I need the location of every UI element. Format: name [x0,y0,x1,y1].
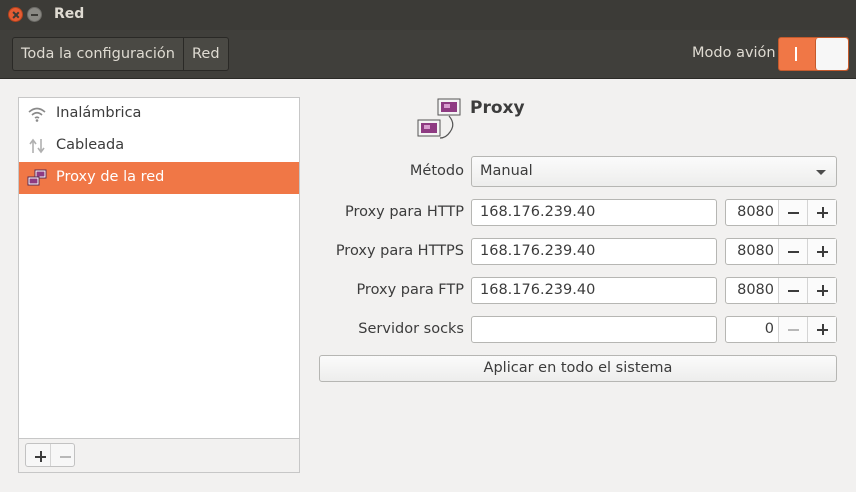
method-label: Método [409,163,464,179]
method-select[interactable]: Manual [471,156,837,187]
ftp-proxy-label: Proxy para FTP [356,282,464,298]
socks-port-stepper[interactable]: 0 [725,316,837,343]
http-proxy-host-value: 168.176.239.40 [480,204,596,220]
socks-host-input[interactable] [471,316,717,343]
socks-server-label: Servidor socks [358,321,464,337]
sidebar-item-label: Proxy de la red [56,169,165,185]
sidebar-toolbar [19,438,299,472]
toggle-knob[interactable] [815,38,848,70]
close-window-button[interactable] [8,7,23,22]
sidebar-item-wireless[interactable]: Inalámbrica [19,98,299,130]
https-proxy-host-value: 168.176.239.40 [480,243,596,259]
http-proxy-label: Proxy para HTTP [345,204,464,220]
breadcrumb: Toda la configuración Red [12,37,229,71]
add-connection-button[interactable] [26,444,50,466]
http-proxy-host-input[interactable]: 168.176.239.40 [471,199,717,226]
socks-port-increment-button[interactable] [807,317,836,342]
https-port-decrement-button[interactable] [778,239,807,264]
ftp-proxy-host-value: 168.176.239.40 [480,282,596,298]
connection-list: Inalámbrica Cableada Proxy de la red [18,97,300,473]
ftp-proxy-host-input[interactable]: 168.176.239.40 [471,277,717,304]
sidebar-item-network-proxy[interactable]: Proxy de la red [19,162,299,194]
https-port-increment-button[interactable] [807,239,836,264]
ftp-proxy-port-stepper[interactable]: 8080 [725,277,837,304]
remove-connection-button[interactable] [50,444,74,466]
https-proxy-host-input[interactable]: 168.176.239.40 [471,238,717,265]
network-proxy-icon [27,169,47,186]
http-port-increment-button[interactable] [807,200,836,225]
toggle-on-indicator [795,47,797,61]
page-title: Proxy [470,98,525,118]
wired-network-icon [29,138,45,154]
sidebar-item-label: Inalámbrica [56,105,142,121]
airplane-mode-toggle[interactable] [778,37,849,71]
chevron-down-icon [816,170,826,175]
sidebar-item-wired[interactable]: Cableada [19,130,299,162]
socks-port-value[interactable]: 0 [726,317,778,342]
ftp-proxy-port-value[interactable]: 8080 [726,278,778,303]
https-proxy-label: Proxy para HTTPS [335,243,464,259]
ftp-port-increment-button[interactable] [807,278,836,303]
http-port-decrement-button[interactable] [778,200,807,225]
minimize-window-button[interactable] [27,7,42,22]
window-title: Red [54,6,85,22]
sidebar-item-label: Cableada [56,137,125,153]
method-value: Manual [480,163,533,179]
sidebar-button-group [25,443,75,467]
https-proxy-port-stepper[interactable]: 8080 [725,238,837,265]
http-proxy-port-value[interactable]: 8080 [726,200,778,225]
wifi-icon [28,107,46,122]
airplane-mode-label: Modo avión [692,45,776,61]
title-bar: Red [0,0,856,30]
network-proxy-icon [417,98,461,139]
https-proxy-port-value[interactable]: 8080 [726,239,778,264]
breadcrumb-network[interactable]: Red [182,38,228,70]
socks-port-decrement-button[interactable] [778,317,807,342]
http-proxy-port-stepper[interactable]: 8080 [725,199,837,226]
ftp-port-decrement-button[interactable] [778,278,807,303]
header-bar: Toda la configuración Red Modo avión [0,30,856,79]
breadcrumb-all-settings[interactable]: Toda la configuración [13,38,183,70]
apply-system-wide-button[interactable]: Aplicar en todo el sistema [319,355,837,382]
